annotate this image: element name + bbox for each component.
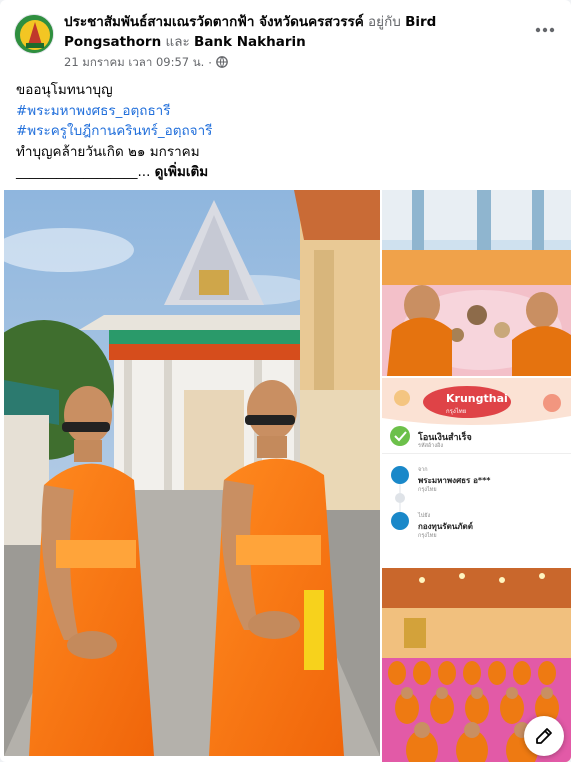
post-title: ประชาสัมพันธ์สามเณรวัดตากฟ้า จังหวัดนครส… (64, 12, 517, 52)
with-word: อยู่กับ (368, 14, 401, 30)
bank-brand: Krungthai (446, 392, 508, 405)
post-line-1: ขออนุโมทนาบุญ (16, 82, 113, 98)
hashtag-2[interactable]: #พระครูใบฎีกานครินทร์_อตฺถจารี (16, 121, 555, 142)
page-name-link[interactable]: ประชาสัมพันธ์สามเณรวัดตากฟ้า จังหวัดนครส… (64, 14, 364, 30)
separator-dot: · (208, 56, 212, 70)
page-avatar[interactable] (14, 14, 54, 54)
photo-gallery: Krungthai กรุงไทย โอนเงินสำเร็จ รหัสอ้าง… (4, 190, 571, 762)
to-bank: กรุงไทย (418, 533, 437, 539)
from-bank: กรุงไทย (418, 487, 437, 493)
photo-main[interactable] (4, 190, 380, 756)
compose-button[interactable] (524, 716, 564, 756)
hashtag-1[interactable]: #พระมหาพงศธร_อตฺถธารี (16, 101, 555, 122)
post-meta: ประชาสัมพันธ์สามเณรวัดตากฟ้า จังหวัดนครส… (64, 12, 517, 72)
post-body: ขออนุโมทนาบุญ #พระมหาพงศธร_อตฺถธารี #พระ… (16, 80, 555, 183)
photo-dining[interactable] (382, 190, 571, 376)
more-options-button[interactable] (533, 18, 557, 42)
see-more-link[interactable]: ดูเพิ่มเติม (155, 164, 208, 180)
transfer-ref-label: รหัสอ้างอิง (418, 443, 444, 449)
to-label: ไปยัง (418, 513, 431, 519)
edit-icon (536, 728, 552, 744)
post-line-5: __________________... (16, 164, 151, 180)
and-word: และ (165, 34, 190, 50)
post-line-4: ทำบุญคล้ายวันเกิด ๒๑ มกราคม (16, 143, 200, 160)
more-horizontal-icon (535, 27, 555, 33)
bank-brand-sub: กรุงไทย (446, 408, 467, 415)
post-header: ประชาสัมพันธ์สามเณรวัดตากฟ้า จังหวัดนครส… (14, 12, 557, 74)
globe-icon (216, 55, 228, 71)
post-subline: 21 มกราคม เวลา 09:57 น. · (64, 54, 517, 72)
tagged-user-2[interactable]: Bank Nakharin (194, 34, 306, 50)
post-timestamp[interactable]: 21 มกราคม เวลา 09:57 น. (64, 54, 204, 72)
post-card: ประชาสัมพันธ์สามเณรวัดตากฟ้า จังหวัดนครส… (0, 0, 571, 762)
from-label: จาก (418, 467, 428, 473)
photo-transfer-receipt[interactable]: Krungthai กรุงไทย โอนเงินสำเร็จ รหัสอ้าง… (382, 378, 571, 566)
